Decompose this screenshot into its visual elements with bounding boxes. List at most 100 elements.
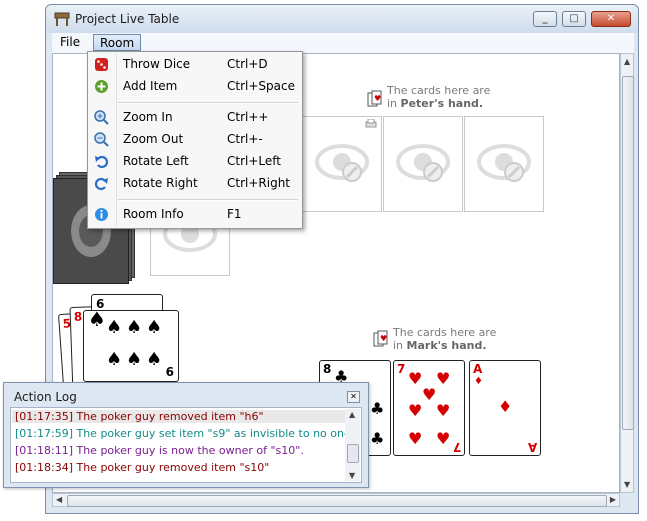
menu-item-label: Room Info xyxy=(123,207,184,221)
diamond-pip: ♦ xyxy=(474,376,483,387)
minimize-icon: _ xyxy=(542,13,548,24)
hidden-card-slot[interactable] xyxy=(302,116,382,212)
card-six-spades[interactable]: ♠ ♠ ♠ ♠ ♠ ♠ ♠ 6 xyxy=(83,307,179,382)
peter-hand-hint: The cards here are in Peter's hand. xyxy=(387,84,507,110)
menu-item-zoom-out[interactable]: Zoom Out Ctrl+- xyxy=(90,129,300,150)
menu-separator xyxy=(118,102,298,104)
menu-item-shortcut: Ctrl++ xyxy=(227,110,269,124)
spade-pip: ♠ xyxy=(146,317,163,338)
invisible-eye-icon xyxy=(315,144,369,182)
mark-hint-name: Mark's hand. xyxy=(406,339,487,352)
add-icon xyxy=(95,80,108,93)
svg-text:♥: ♥ xyxy=(380,334,387,343)
club-pip: ♣ xyxy=(370,399,385,418)
card-rank: A xyxy=(473,362,483,376)
scroll-right-icon[interactable]: ▶ xyxy=(610,495,616,504)
peter-hint-in: in xyxy=(387,97,398,110)
spade-pip: ♠ xyxy=(146,349,163,370)
card-rank: 6 xyxy=(165,365,174,379)
menu-file[interactable]: File xyxy=(54,34,86,51)
vertical-scrollbar[interactable]: ▲ ▼ xyxy=(620,53,634,493)
vertical-scroll-thumb[interactable] xyxy=(622,76,634,430)
log-scrollbar[interactable]: ▲ ▼ xyxy=(345,409,360,481)
log-entry[interactable]: [01:18:34] The poker guy removed item "s… xyxy=(15,461,269,474)
maximize-button[interactable]: □ xyxy=(562,11,586,27)
peter-hint-text: The cards here are xyxy=(387,84,491,97)
menu-item-zoom-in[interactable]: Zoom In Ctrl++ xyxy=(90,107,300,128)
log-entry[interactable]: [01:18:11] The poker guy is now the owne… xyxy=(15,444,304,457)
menu-item-add-item[interactable]: Add Item Ctrl+Space xyxy=(90,76,300,97)
scroll-up-icon[interactable]: ▲ xyxy=(349,410,355,419)
heart-pip: ♥ xyxy=(436,369,451,388)
hand-cards-icon: ♥ xyxy=(373,330,388,347)
svg-text:♥: ♥ xyxy=(374,94,381,103)
menu-item-label: Zoom In xyxy=(123,110,173,124)
heart-pip: ♥ xyxy=(408,369,423,388)
horizontal-scrollbar[interactable]: ◀ ▶ xyxy=(52,493,620,507)
menu-item-label: Rotate Left xyxy=(123,154,189,168)
mark-hint-in: in xyxy=(393,339,404,352)
card-seven-hearts[interactable]: 7 ♥ ♥ ♥ ♥ ♥ ♥ ♥ 7 xyxy=(393,360,465,456)
horizontal-scroll-thumb[interactable] xyxy=(67,495,607,507)
menu-item-rotate-right[interactable]: Rotate Right Ctrl+Right xyxy=(90,173,300,194)
spade-pip: ♠ xyxy=(126,349,143,370)
card-ace-diamonds[interactable]: A ♦ ♦ A xyxy=(469,360,541,456)
minimize-button[interactable]: _ xyxy=(533,11,557,27)
spade-pip: ♠ xyxy=(126,317,143,338)
menu-item-label: Throw Dice xyxy=(123,57,191,71)
room-menu-dropdown: Throw Dice Ctrl+D Add Item Ctrl+Space Zo… xyxy=(87,51,303,229)
menu-item-room-info[interactable]: Room Info F1 xyxy=(90,204,300,225)
scroll-down-icon[interactable]: ▼ xyxy=(624,480,630,489)
menu-item-label: Add Item xyxy=(123,79,178,93)
scroll-left-icon[interactable]: ◀ xyxy=(56,495,62,504)
menu-item-shortcut: Ctrl+Right xyxy=(227,176,291,190)
menu-separator xyxy=(118,199,298,201)
menu-room[interactable]: Room xyxy=(93,34,142,51)
heart-pip: ♥ xyxy=(436,401,451,420)
hidden-card-slot[interactable] xyxy=(464,116,544,212)
scroll-down-icon[interactable]: ▼ xyxy=(349,471,355,480)
close-icon: ✕ xyxy=(606,13,616,24)
invisible-eye-icon xyxy=(477,144,531,182)
hand-cards-icon: ♥ xyxy=(367,90,382,107)
scroll-up-icon[interactable]: ▲ xyxy=(624,57,630,66)
invisible-eye-icon xyxy=(396,144,450,182)
club-pip: ♣ xyxy=(370,429,385,448)
menu-item-label: Zoom Out xyxy=(123,132,184,146)
menu-item-rotate-left[interactable]: Rotate Left Ctrl+Left xyxy=(90,151,300,172)
info-icon xyxy=(95,208,108,221)
mark-hand-hint: The cards here are in Mark's hand. xyxy=(393,326,513,352)
menu-item-label: Rotate Right xyxy=(123,176,198,190)
card-rank: 8 xyxy=(73,309,83,324)
log-scroll-thumb[interactable] xyxy=(347,444,359,463)
action-log-panel: Action Log ✕ [01:17:35] The poker guy re… xyxy=(3,382,369,488)
close-button[interactable]: ✕ xyxy=(591,11,631,27)
log-entry[interactable]: [01:17:59] The poker guy set item "s9" a… xyxy=(15,427,354,440)
mark-hint-text: The cards here are xyxy=(393,326,497,339)
spade-pip: ♠ xyxy=(106,349,123,370)
spade-pip: ♠ xyxy=(106,317,123,338)
rotate-right-icon xyxy=(94,177,108,191)
app-table-icon xyxy=(54,12,70,26)
action-log-list[interactable]: [01:17:35] The poker guy removed item "h… xyxy=(10,407,362,483)
title-bar[interactable]: Project Live Table _ □ ✕ xyxy=(46,5,638,33)
heart-pip: ♥ xyxy=(422,385,437,404)
window-title: Project Live Table xyxy=(75,12,180,26)
card-rank: 8 xyxy=(323,362,332,376)
action-log-close-button[interactable]: ✕ xyxy=(347,391,360,403)
heart-pip: ♥ xyxy=(436,429,451,448)
action-log-title: Action Log xyxy=(14,390,77,404)
menu-item-shortcut: Ctrl+Left xyxy=(227,154,281,168)
card-rank: 7 xyxy=(397,362,406,376)
diamond-pip: ♦ xyxy=(498,397,513,416)
menu-item-shortcut: Ctrl+- xyxy=(227,132,263,146)
menu-bar: File Room xyxy=(52,33,634,53)
spade-pip: ♠ xyxy=(88,307,106,331)
card-rank: A xyxy=(527,440,537,454)
maximize-icon: □ xyxy=(569,13,579,24)
hidden-card-slot[interactable] xyxy=(383,116,463,212)
menu-item-shortcut: F1 xyxy=(227,207,242,221)
log-entry[interactable]: [01:17:35] The poker guy removed item "h… xyxy=(12,410,346,423)
zoom-in-icon xyxy=(94,110,109,125)
menu-item-throw-dice[interactable]: Throw Dice Ctrl+D xyxy=(90,54,300,75)
